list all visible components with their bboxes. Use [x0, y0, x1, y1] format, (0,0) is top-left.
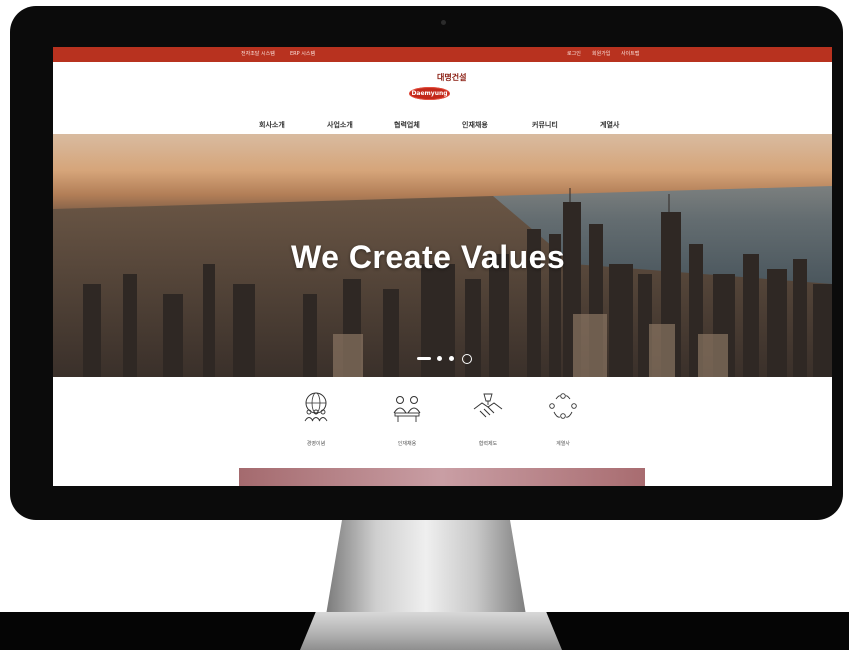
website-screen: 전자조달 시스템 ERP 시스템 로그인 회원가입 사이트맵 대명건설 Daem… [53, 47, 832, 486]
nav-item-company[interactable]: 회사소개 [259, 120, 285, 130]
e-procurement-link[interactable]: 전자조달 시스템 [241, 50, 275, 57]
nav-item-business[interactable]: 사업소개 [327, 120, 353, 130]
top-utility-bar: 전자조달 시스템 ERP 시스템 로그인 회원가입 사이트맵 [53, 47, 832, 62]
monitor-stand-neck [326, 520, 526, 615]
erp-link[interactable]: ERP 시스템 [290, 50, 315, 57]
pause-icon[interactable] [462, 354, 472, 364]
hero-title: We Create Values [291, 239, 566, 275]
service-item-cooperation[interactable]: 협력제도 [458, 391, 518, 461]
service-label: 협력제도 [478, 441, 498, 447]
slide-indicator-active[interactable] [417, 357, 431, 360]
service-item-philosophy[interactable]: 경영이념 [286, 391, 346, 461]
promo-banner [239, 468, 645, 486]
service-label: 인재채용 [397, 441, 417, 447]
globe-people-icon [304, 392, 328, 422]
service-label: 계열사 [556, 441, 570, 447]
handshake-icon [473, 393, 503, 418]
nav-item-affiliates[interactable]: 계열사 [600, 120, 619, 130]
company-name: 대명건설 [437, 73, 467, 82]
nav-item-partners[interactable]: 협력업체 [394, 120, 420, 130]
interview-icon [393, 396, 421, 422]
monitor-stand-foot [300, 612, 562, 650]
camera-dot [441, 20, 446, 25]
slide-dot-2[interactable] [437, 356, 442, 361]
service-label: 경영이념 [306, 441, 326, 447]
service-item-affiliates[interactable]: 계열사 [533, 391, 593, 461]
logo-badge: Daemyung [409, 87, 450, 100]
signup-link[interactable]: 회원가입 [592, 50, 610, 57]
nav-item-community[interactable]: 커뮤니티 [532, 120, 558, 130]
login-link[interactable]: 로그인 [567, 50, 581, 57]
slider-pagination [417, 354, 477, 364]
hero-slider[interactable]: We Create Values [53, 134, 832, 377]
network-people-icon [549, 393, 577, 419]
service-item-recruit[interactable]: 인재채용 [377, 391, 437, 461]
slide-dot-3[interactable] [449, 356, 454, 361]
sitemap-link[interactable]: 사이트맵 [621, 50, 639, 57]
monitor-bezel: 전자조달 시스템 ERP 시스템 로그인 회원가입 사이트맵 대명건설 Daem… [10, 6, 843, 520]
nav-item-recruit[interactable]: 인재채용 [462, 120, 488, 130]
